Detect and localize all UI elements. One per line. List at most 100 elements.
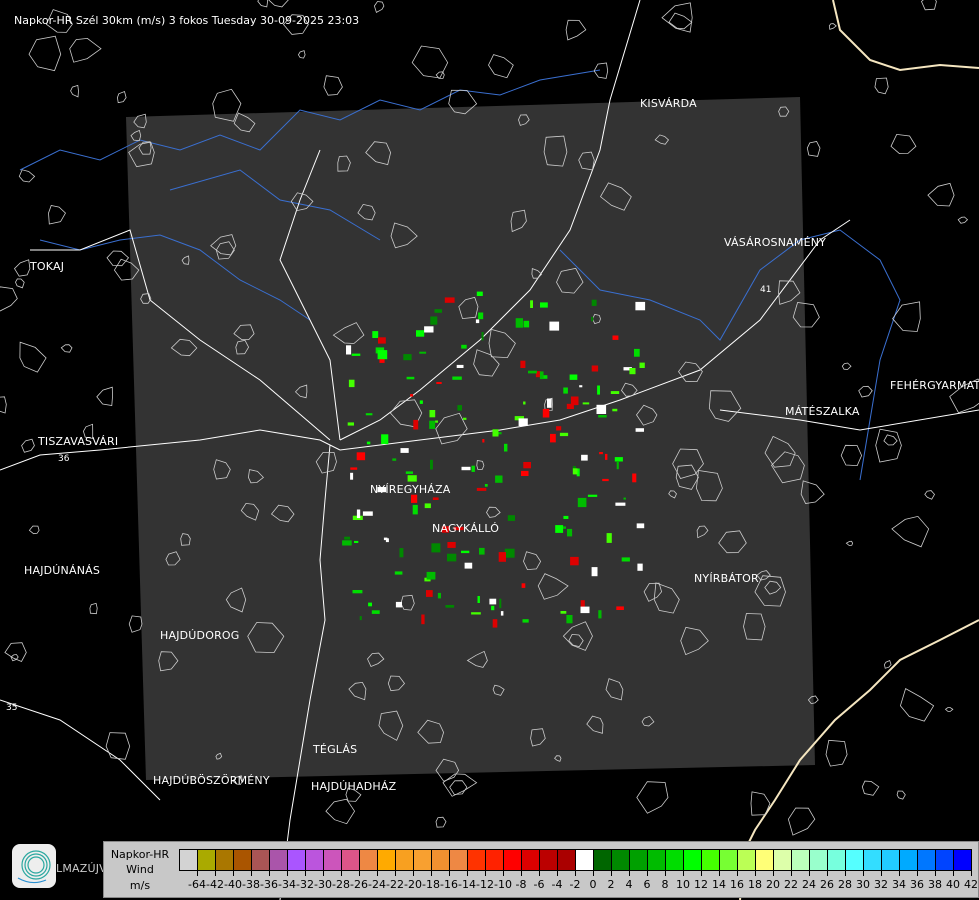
radar-echo [598,415,607,418]
legend-color-box [432,850,450,870]
legend-tick-mark [431,870,432,876]
city-label: HAJDÚDOROG [160,629,240,642]
radar-echo [518,418,528,426]
legend-color-box [666,850,684,870]
legend-tick-label: -18 [422,878,440,891]
settlement-outline [944,707,954,712]
settlement-outline [442,773,478,797]
legend-color-box [252,850,270,870]
radar-echo [569,374,578,380]
settlement-outline [927,182,955,207]
legend-tick-label: 20 [766,878,780,891]
legend-unit: m/s [129,879,151,892]
legend-tick-mark [341,870,342,876]
legend-color-box [594,850,612,870]
legend-tick-label: -36 [260,878,278,891]
radar-echo [621,557,630,562]
radar-echo [394,571,403,575]
legend-tick-mark [197,870,198,876]
legend-color-box [828,850,846,870]
legend-tick-label: 28 [838,878,852,891]
legend-color-box [756,850,774,870]
radar-echo [566,615,573,624]
radar-echo [500,611,504,616]
radar-echo [457,405,462,411]
city-label: KISVÁRDA [640,97,697,110]
radar-echo [591,365,599,372]
radar-echo [426,571,436,580]
settlement-outline [4,642,27,663]
legend-tick-mark [827,870,828,876]
settlement-outline [96,386,113,406]
legend-color-box [612,850,630,870]
radar-echo [567,528,573,537]
radar-echo [507,515,515,521]
radar-echo [579,385,583,388]
radar-echo [495,475,503,483]
wind-legend: Napkor-HR Wind m/s -64 -42 -40 -38 -36 -34 -32… [103,841,979,898]
city-label: HAJDÚHADHÁZ [311,780,397,793]
road-number: 35 [6,703,18,713]
legend-color-box [648,850,666,870]
radar-echo [602,478,609,482]
legend-tick-mark [575,870,576,876]
city-label: TISZAVASVÁRI [38,435,119,448]
legend-tick-label: -8 [515,878,527,891]
legend-tick-label: -40 [224,878,242,891]
radar-echo [587,494,598,497]
legend-tick-mark [863,870,864,876]
radar-echo [362,511,373,516]
settlement-outline [565,19,587,41]
settlement-outline [128,615,143,633]
legend-tick-label: -28 [332,878,350,891]
legend-tick-mark [719,870,720,876]
radar-echo [416,330,425,337]
settlement-outline [69,37,102,63]
legend-color-box [720,850,738,870]
legend-tick-label: 12 [694,878,708,891]
radar-echo [410,394,414,397]
legend-tick-label: -10 [494,878,512,891]
legend-tick-mark [629,870,630,876]
settlement-outline [323,75,343,96]
settlement-outline [890,133,917,155]
settlement-outline [70,84,79,98]
legend-color-box [792,850,810,870]
radar-echo [395,601,402,608]
radar-echo [447,553,457,562]
radar-echo [444,297,455,303]
road-number: 36 [58,454,70,464]
radar-map[interactable] [0,0,979,900]
legend-tick-mark [773,870,774,876]
settlement-outline [325,798,356,825]
legend-tick-mark [665,870,666,876]
legend-tick-mark [701,870,702,876]
radar-echo [424,326,434,333]
radar-echo [610,391,620,394]
legend-color-box [396,850,414,870]
radar-echo [539,371,544,380]
swirl-logo-icon [17,850,51,884]
radar-echo [563,387,568,394]
radar-echo [549,321,560,331]
settlement-outline [15,278,25,289]
radar-echo [342,540,352,546]
legend-tick-label: -30 [314,878,332,891]
radar-echo [629,368,636,375]
napkor-logo [12,844,56,888]
radar-echo [606,533,612,543]
radar-echo [476,487,487,491]
settlement-outline [845,540,854,546]
radar-echo [499,598,502,609]
radar-echo [475,319,480,324]
radar-echo [542,408,550,418]
legend-tick-label: -14 [458,878,476,891]
legend-tick-mark [683,870,684,876]
radar-echo [434,309,442,313]
radar-echo [344,536,350,540]
map-title: Napkor-HR Szél 30km (m/s) 3 fokos Tuesda… [14,14,360,27]
legend-tick-label: -34 [278,878,296,891]
legend-tick-label: -2 [569,878,581,891]
legend-tick-mark [377,870,378,876]
radar-echo [424,503,431,509]
